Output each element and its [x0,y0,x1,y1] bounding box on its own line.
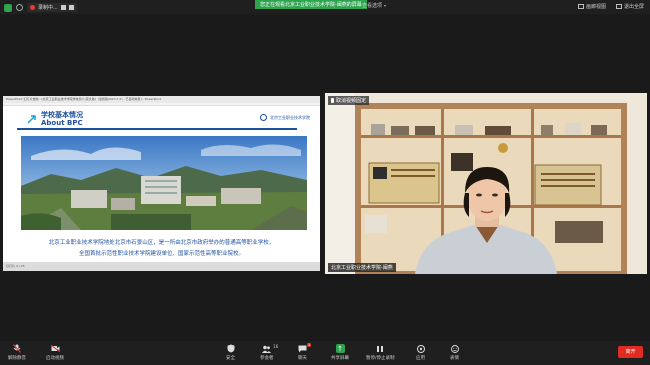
start-video-label: 启动视频 [46,356,64,361]
slide-title-cn: 学校基本情况 [41,111,83,119]
shield-icon [226,344,235,353]
reactions-label: 表情 [450,356,459,361]
meeting-window: 录制中... 您正在观看北京工业职业技术学院-闽燕的屏幕 查看选项 ▾ 画廊视图 … [0,0,650,365]
participant-name-tag: 北京工业职业技术学院-闽燕 [328,263,396,272]
reactions-button[interactable]: 表情 [450,344,459,361]
apps-button[interactable]: 应用 [416,344,425,361]
security-label: 安全 [226,356,235,361]
pause-icon[interactable] [60,5,66,10]
exit-fullscreen-label: 退出全屏 [623,4,644,10]
stop-icon[interactable] [68,5,74,10]
speaker-video[interactable]: 取消视频固定 北京工业职业技术学院-闽燕 [325,93,647,274]
chat-unread-badge: 1 [307,343,312,347]
title-underline [17,128,297,130]
record-button[interactable]: 暂停/停止录制 [366,344,395,361]
participants-label: 参会者 [260,356,274,361]
apps-icon [416,344,425,353]
slide-caption-line2: 全国首批示范性职业技术学院建设单位、国家示范性高等职业院校。 [78,251,244,257]
microphone-muted-icon [13,344,22,353]
info-icon[interactable] [16,4,23,11]
slide: 学校基本情况 About BPC 北京工业职业技术学院 北京工业职业技术学院地处… [3,106,320,262]
smiley-icon [450,344,459,353]
bottom-toolbar: 解除静音 启动视频 安全 16 参会者 1 聊天 ↑ 共享屏幕 暂停/停止录制 … [0,341,650,365]
gallery-view-button[interactable]: 画廊视图 [577,3,606,10]
apps-label: 应用 [416,356,425,361]
leave-button[interactable]: 离开 [618,346,643,358]
gallery-icon [577,4,584,9]
top-right-controls: 画廊视图 退出全屏 [577,3,644,10]
shield-icon[interactable] [4,3,12,12]
pin-icon [331,98,334,103]
participants-count: 16 [273,344,279,349]
record-dot-icon [30,5,35,10]
share-banner: 您正在观看北京工业职业技术学院-闽燕的屏幕 [255,0,367,9]
shared-screen: PowerPoint 幻灯片放映 - [北京工业职业技术学院学校简介(英文版)（… [3,96,320,271]
start-video-button[interactable]: 启动视频 [46,344,64,361]
view-options-button[interactable]: 查看选项 ▾ [362,2,386,9]
exit-fullscreen-icon [615,4,622,9]
unmute-label: 解除静音 [8,356,26,361]
logo-text: 北京工业职业技术学院 [270,114,310,120]
chat-icon: 1 [298,343,312,353]
chat-label: 聊天 [298,356,307,361]
slide-heading: 学校基本情况 About BPC [27,111,83,127]
view-options-label: 查看选项 [362,3,383,9]
recording-label: 录制中... [38,5,58,11]
gallery-view-label: 画廊视图 [585,4,606,10]
chat-button[interactable]: 1 聊天 [298,343,312,361]
unpin-video-label[interactable]: 取消视频固定 [328,96,370,105]
logo-emblem-icon [260,114,267,121]
record-pause-icon [376,344,385,353]
unpin-video-text: 取消视频固定 [336,98,367,104]
ppt-status-bar: 幻灯片 4 / 25 [3,262,320,271]
participants-icon: 16 [262,344,278,353]
exit-fullscreen-button[interactable]: 退出全屏 [615,3,644,10]
share-screen-icon: ↑ [335,344,345,353]
school-logo: 北京工业职业技术学院 [260,114,310,121]
video-off-icon [50,344,60,353]
recording-indicator: 录制中... [27,3,77,12]
speaker-video-frame [325,93,647,274]
unmute-button[interactable]: 解除静音 [8,344,26,361]
share-screen-label: 共享屏幕 [331,356,349,361]
security-button[interactable]: 安全 [226,344,235,361]
ppt-window-title: PowerPoint 幻灯片放映 - [北京工业职业技术学院学校简介(英文版)（… [3,96,320,103]
top-left-controls: 录制中... [4,3,77,12]
slide-caption-line1: 北京工业职业技术学院地处北京市石景山区，是一所由北京市政府举办的普通高等职业学校… [48,240,275,246]
chevron-down-icon: ▾ [384,3,387,8]
share-screen-button[interactable]: ↑ 共享屏幕 [331,344,349,361]
campus-photo [21,136,307,230]
record-label: 暂停/停止录制 [366,356,395,361]
arrow-decoration-icon [27,115,36,124]
slide-title-en: About BPC [41,119,83,127]
participants-button[interactable]: 16 参会者 [260,344,278,361]
top-bar: 录制中... 您正在观看北京工业职业技术学院-闽燕的屏幕 查看选项 ▾ 画廊视图 … [0,0,650,14]
